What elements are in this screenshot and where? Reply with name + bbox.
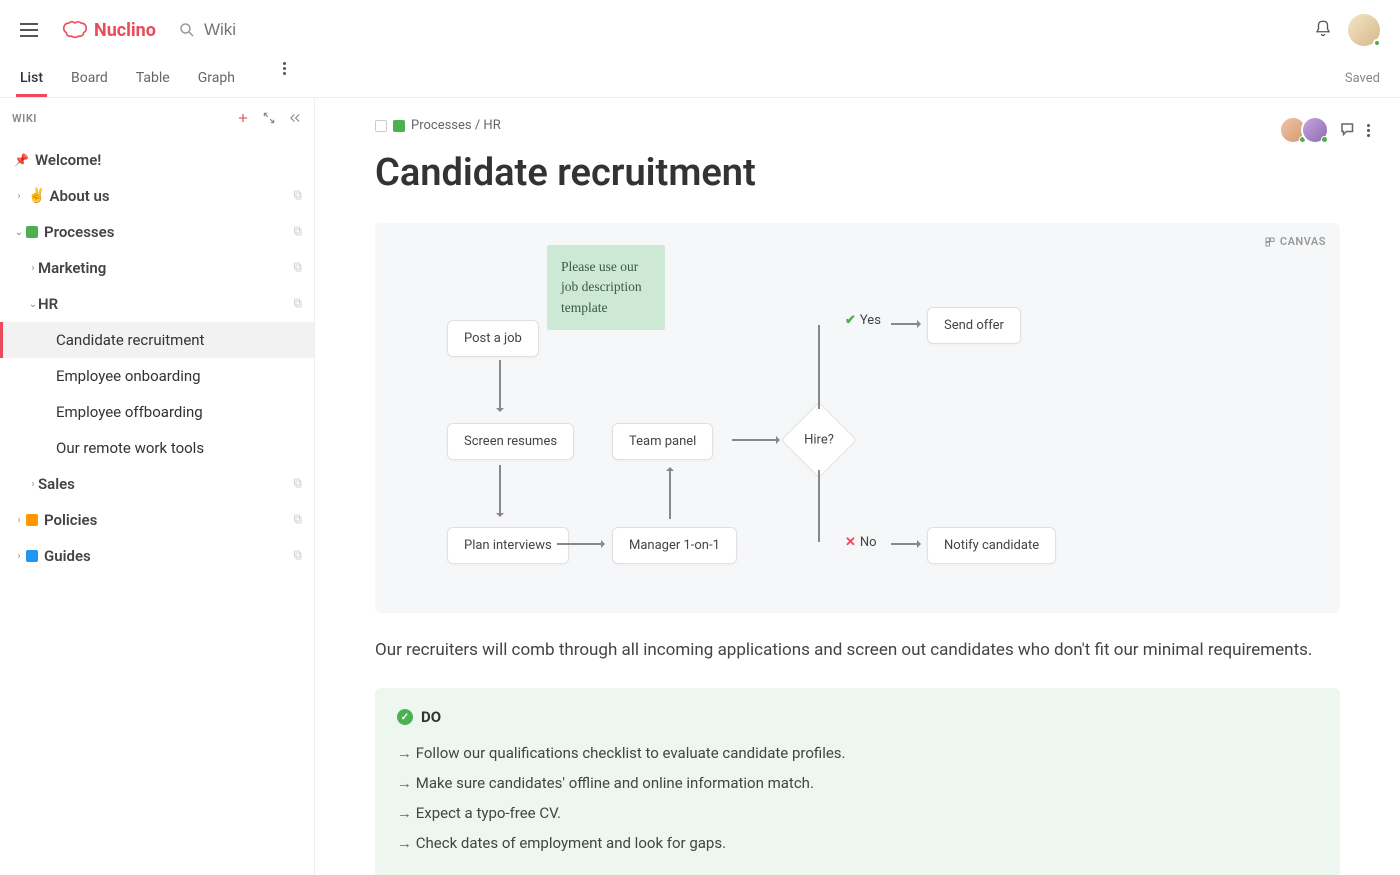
copy-icon[interactable] — [292, 259, 304, 277]
user-avatar[interactable] — [1348, 14, 1380, 46]
flow-node-send-offer: Send offer — [927, 307, 1021, 344]
do-item: Follow our qualifications checklist to e… — [397, 738, 1318, 768]
do-item: Expect a typo-free CV. — [397, 798, 1318, 828]
pin-icon: 📌 — [14, 153, 29, 167]
chevron-right-icon: › — [14, 551, 24, 562]
flow-label-no: ✕No — [845, 535, 877, 550]
search-input[interactable] — [204, 20, 404, 40]
green-folder-icon — [26, 226, 38, 238]
notifications-icon[interactable] — [1314, 19, 1332, 41]
tab-board[interactable]: Board — [71, 62, 108, 96]
search-wrap — [178, 20, 1314, 40]
chevron-right-icon: › — [28, 479, 38, 490]
flow-node-plan: Plan interviews — [447, 527, 569, 564]
chevron-right-icon: › — [28, 263, 38, 274]
flow-decision-hire: Hire? — [792, 413, 846, 467]
document-pane: Processes / HR Candidate recruitment CAN… — [315, 98, 1400, 875]
tab-graph[interactable]: Graph — [198, 62, 235, 96]
tabs-more-icon[interactable] — [283, 62, 286, 96]
orange-folder-icon — [26, 514, 38, 526]
check-circle-icon: ✓ — [397, 709, 413, 725]
copy-icon[interactable] — [292, 475, 304, 493]
hand-emoji-icon: ✌️ — [28, 188, 45, 204]
folder-icon — [393, 120, 405, 132]
sidebar: WIKI 📌Welcome! ›✌️About us ⌄Processes ›M… — [0, 98, 315, 875]
blue-folder-icon — [26, 550, 38, 562]
copy-icon[interactable] — [292, 295, 304, 313]
tab-table[interactable]: Table — [136, 62, 170, 96]
sidebar-item-about[interactable]: ›✌️About us — [0, 178, 314, 214]
do-item: Check dates of employment and look for g… — [397, 828, 1318, 858]
breadcrumb-text: Processes / HR — [411, 118, 501, 133]
body-paragraph: Our recruiters will comb through all inc… — [375, 637, 1340, 664]
page-title: Candidate recruitment — [375, 151, 1340, 195]
flow-node-notify: Notify candidate — [927, 527, 1056, 564]
flow-node-post-job: Post a job — [447, 320, 539, 357]
tab-list[interactable]: List — [20, 62, 43, 96]
doc-more-icon[interactable] — [1367, 124, 1370, 137]
checkbox-icon[interactable] — [375, 120, 387, 132]
chevron-right-icon: › — [14, 191, 24, 202]
hamburger-menu-icon[interactable] — [20, 18, 44, 42]
do-callout: ✓ DO Follow our qualifications checklist… — [375, 688, 1340, 875]
doc-actions — [1285, 116, 1370, 144]
flow-node-manager: Manager 1-on-1 — [612, 527, 737, 564]
search-icon — [178, 21, 196, 39]
do-item: Make sure candidates' offline and online… — [397, 768, 1318, 798]
app-name: Nuclino — [94, 20, 156, 41]
view-tabs-row: List Board Table Graph Saved — [0, 60, 1400, 98]
sidebar-item-policies[interactable]: ›Policies — [0, 502, 314, 538]
view-tabs: List Board Table Graph — [20, 62, 1345, 96]
copy-icon[interactable] — [292, 511, 304, 529]
sidebar-item-remote-tools[interactable]: Our remote work tools — [0, 430, 314, 466]
copy-icon[interactable] — [292, 223, 304, 241]
flowchart: Please use our job description template … — [397, 245, 1318, 591]
comments-icon[interactable] — [1339, 121, 1357, 139]
expand-icon[interactable] — [262, 111, 276, 125]
sidebar-item-candidate-recruitment[interactable]: Candidate recruitment — [0, 322, 314, 358]
breadcrumb[interactable]: Processes / HR — [375, 118, 1340, 133]
collaborator-avatars[interactable] — [1285, 116, 1329, 144]
sidebar-heading: WIKI — [12, 112, 236, 125]
canvas-embed[interactable]: CANVAS Please use our job description te… — [375, 223, 1340, 613]
add-icon[interactable] — [236, 111, 250, 125]
app-header: Nuclino — [0, 0, 1400, 60]
flow-node-team: Team panel — [612, 423, 713, 460]
do-heading: ✓ DO — [397, 708, 1318, 726]
sidebar-item-processes[interactable]: ⌄Processes — [0, 214, 314, 250]
chevron-down-icon: ⌄ — [14, 227, 24, 238]
brain-logo-icon — [62, 20, 88, 40]
sidebar-item-marketing[interactable]: ›Marketing — [0, 250, 314, 286]
header-right — [1314, 14, 1380, 46]
sidebar-tree: 📌Welcome! ›✌️About us ⌄Processes ›Market… — [0, 138, 314, 578]
flow-node-screen: Screen resumes — [447, 423, 574, 460]
app-logo[interactable]: Nuclino — [62, 20, 156, 41]
sidebar-head: WIKI — [0, 98, 314, 138]
copy-icon[interactable] — [292, 547, 304, 565]
collapse-icon[interactable] — [288, 111, 302, 125]
flow-label-yes: ✔Yes — [845, 313, 881, 328]
avatar — [1301, 116, 1329, 144]
sidebar-item-welcome[interactable]: 📌Welcome! — [0, 142, 314, 178]
sidebar-item-sales[interactable]: ›Sales — [0, 466, 314, 502]
copy-icon[interactable] — [292, 187, 304, 205]
presence-dot — [1373, 39, 1381, 47]
chevron-right-icon: › — [14, 515, 24, 526]
saved-indicator: Saved — [1345, 71, 1380, 86]
chevron-down-icon: ⌄ — [28, 299, 38, 310]
sidebar-item-employee-offboarding[interactable]: Employee offboarding — [0, 394, 314, 430]
sidebar-item-employee-onboarding[interactable]: Employee onboarding — [0, 358, 314, 394]
sidebar-item-guides[interactable]: ›Guides — [0, 538, 314, 574]
sticky-note: Please use our job description template — [547, 245, 665, 330]
sidebar-item-hr[interactable]: ⌄HR — [0, 286, 314, 322]
